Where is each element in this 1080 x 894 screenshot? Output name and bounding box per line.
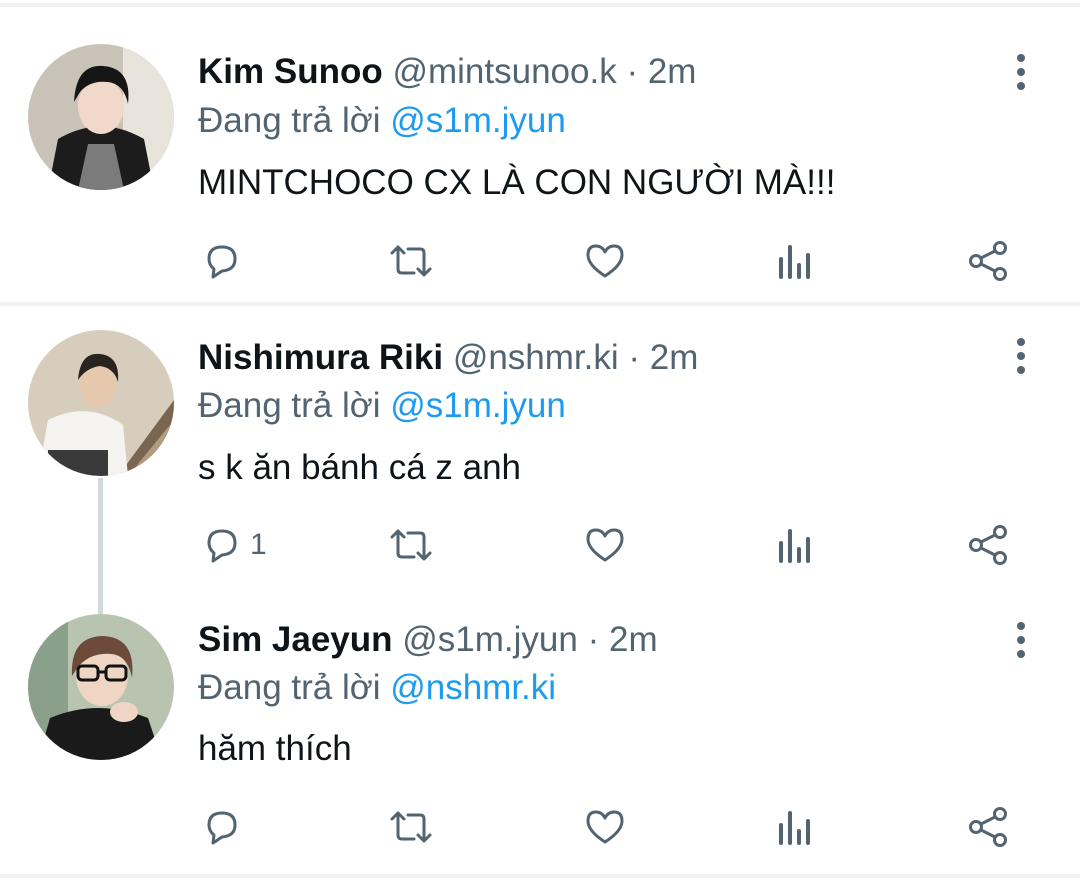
share-icon (969, 807, 1007, 847)
avatar[interactable] (28, 330, 174, 476)
reply-icon (207, 811, 237, 845)
like-button[interactable] (582, 236, 628, 286)
separator: · (628, 338, 641, 377)
tweet-header: Sim Jaeyun @s1m.jyun · 2m (198, 618, 658, 662)
like-button[interactable] (582, 520, 628, 570)
analytics-icon (779, 529, 810, 563)
reply-button[interactable]: 1 (200, 520, 267, 570)
more-options-icon[interactable] (1004, 618, 1038, 662)
retweet-button[interactable] (386, 520, 436, 570)
replying-to-mention[interactable]: @nshmr.ki (390, 668, 556, 707)
tweet-header: Nishimura Riki @nshmr.ki · 2m (198, 336, 698, 380)
retweet-icon (390, 245, 432, 277)
reply-icon (207, 245, 237, 279)
tweet-text: hăm thích (198, 729, 352, 768)
more-options-icon[interactable] (1004, 50, 1038, 94)
like-icon (586, 244, 624, 278)
share-button[interactable] (966, 520, 1012, 570)
tweet-text: MINTCHOCO CX LÀ CON NGƯỜI MÀ!!! (198, 163, 836, 202)
replying-to: Đang trả lời @s1m.jyun (198, 384, 566, 428)
timestamp[interactable]: 2m (648, 52, 697, 91)
analytics-button[interactable] (776, 236, 816, 286)
replying-prefix: Đang trả lời (198, 101, 381, 140)
display-name[interactable]: Nishimura Riki (198, 338, 443, 377)
replying-to-mention[interactable]: @s1m.jyun (390, 101, 566, 140)
avatar[interactable] (28, 614, 174, 760)
analytics-icon (779, 811, 810, 845)
timestamp[interactable]: 2m (609, 620, 658, 659)
handle[interactable]: @nshmr.ki (453, 338, 619, 377)
timestamp[interactable]: 2m (650, 338, 699, 377)
tweet-header: Kim Sunoo @mintsunoo.k · 2m (198, 50, 696, 94)
analytics-icon (779, 245, 810, 279)
reply-button[interactable] (200, 802, 250, 852)
display-name[interactable]: Sim Jaeyun (198, 620, 393, 659)
separator: · (587, 620, 600, 659)
action-bar (0, 802, 1080, 852)
separator: · (626, 52, 639, 91)
like-icon (586, 528, 624, 562)
tweet-kim-sunoo[interactable]: Kim Sunoo @mintsunoo.k · 2m Đang trả lời… (0, 0, 1080, 306)
share-icon (969, 525, 1007, 565)
tweet-text: s k ăn bánh cá z anh (198, 448, 521, 487)
share-icon (969, 241, 1007, 281)
replying-to: Đang trả lời @s1m.jyun (198, 99, 566, 143)
analytics-button[interactable] (776, 520, 816, 570)
reply-button[interactable] (200, 236, 250, 286)
share-button[interactable] (966, 236, 1012, 286)
replying-prefix: Đang trả lời (198, 668, 381, 707)
divider-bottom (0, 874, 1080, 878)
reply-count: 1 (250, 528, 267, 561)
replying-prefix: Đang trả lời (198, 386, 381, 425)
more-options-icon[interactable] (1004, 334, 1038, 378)
avatar[interactable] (28, 44, 174, 190)
action-bar: 1 (0, 520, 1080, 570)
like-button[interactable] (582, 802, 628, 852)
handle[interactable]: @s1m.jyun (402, 620, 578, 659)
handle[interactable]: @mintsunoo.k (392, 52, 616, 91)
tweet-sim-jaeyun[interactable]: Sim Jaeyun @s1m.jyun · 2m Đang trả lời @… (0, 596, 1080, 886)
share-button[interactable] (966, 802, 1012, 852)
replying-to: Đang trả lời @nshmr.ki (198, 666, 556, 710)
retweet-button[interactable] (386, 236, 436, 286)
retweet-icon (390, 811, 432, 843)
analytics-button[interactable] (776, 802, 816, 852)
replying-to-mention[interactable]: @s1m.jyun (390, 386, 566, 425)
display-name[interactable]: Kim Sunoo (198, 52, 383, 91)
retweet-button[interactable] (386, 802, 436, 852)
tweet-nishimura-riki[interactable]: Nishimura Riki @nshmr.ki · 2m Đang trả l… (0, 306, 1080, 614)
action-bar (0, 236, 1080, 286)
reply-icon (207, 529, 237, 563)
like-icon (586, 810, 624, 844)
retweet-icon (390, 529, 432, 561)
